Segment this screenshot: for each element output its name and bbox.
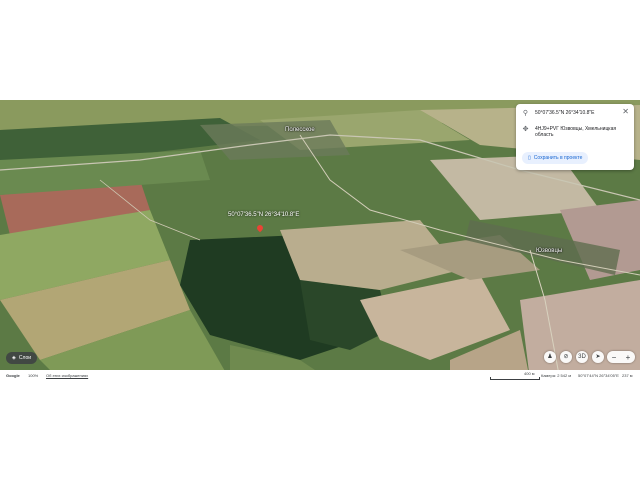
close-icon[interactable]: ✕: [622, 108, 629, 116]
compass-icon: ➤: [595, 354, 601, 360]
layers-icon: ◈: [12, 355, 16, 361]
save-to-project-button[interactable]: ▯ Сохранить в проекте: [522, 152, 589, 164]
coords-row[interactable]: ⚲ 50°07'36.5"N 26°34'10.8"E: [522, 110, 595, 117]
hide-imagery-button[interactable]: ⊘: [560, 351, 572, 363]
village-label-polesskoe[interactable]: Полесское: [285, 127, 315, 133]
no-sign-icon: ⊘: [563, 354, 569, 360]
pegman-icon: ♟: [547, 354, 553, 360]
zoom-out-button[interactable]: −: [612, 353, 617, 362]
layers-label: Слои: [18, 355, 32, 361]
location-info-card: ✕ ⚲ 50°07'36.5"N 26°34'10.8"E ✥ 4HJ9+PVГ…: [516, 104, 634, 170]
location-pin-icon: ⚲: [522, 110, 529, 117]
info-plus-code: 4HJ9+PVГ Юзвовцы, Хмельницкая область: [535, 126, 617, 138]
elevation: 237 м: [622, 373, 633, 378]
zoom-percent[interactable]: 100%: [28, 373, 38, 378]
plus-code-icon: ✥: [522, 126, 529, 133]
pin-coordinates-label: 50°07'36.5"N 26°34'10.8"E: [228, 212, 300, 218]
view-3d-label: 3D: [578, 354, 586, 360]
scale-label: 400 м: [524, 371, 535, 376]
camera-altitude: Камера: 2 542 м: [541, 373, 572, 378]
map-footer: Google 100% Об этих изображениях 400 м К…: [0, 370, 640, 380]
zoom-controls: − +: [607, 351, 635, 363]
village-label-yuzvovtsy[interactable]: Юзвовцы: [536, 248, 562, 254]
compass-button[interactable]: ➤: [592, 351, 604, 363]
plus-code-row[interactable]: ✥ 4HJ9+PVГ Юзвовцы, Хмельницкая область: [522, 126, 622, 138]
about-imagery-link[interactable]: Об этих изображениях: [46, 373, 88, 378]
bookmark-icon: ▯: [528, 155, 531, 161]
info-coords: 50°07'36.5"N 26°34'10.8"E: [535, 110, 595, 116]
cursor-coordinates: 50°07'44"N 26°34'05"E: [578, 373, 619, 378]
view-3d-button[interactable]: 3D: [576, 351, 588, 363]
scale-bar: [490, 377, 540, 380]
pegman-button[interactable]: ♟: [544, 351, 556, 363]
zoom-in-button[interactable]: +: [626, 353, 631, 362]
google-brand: Google: [6, 373, 20, 378]
save-to-project-label: Сохранить в проекте: [533, 155, 583, 161]
layers-button[interactable]: ◈ Слои: [6, 352, 38, 364]
